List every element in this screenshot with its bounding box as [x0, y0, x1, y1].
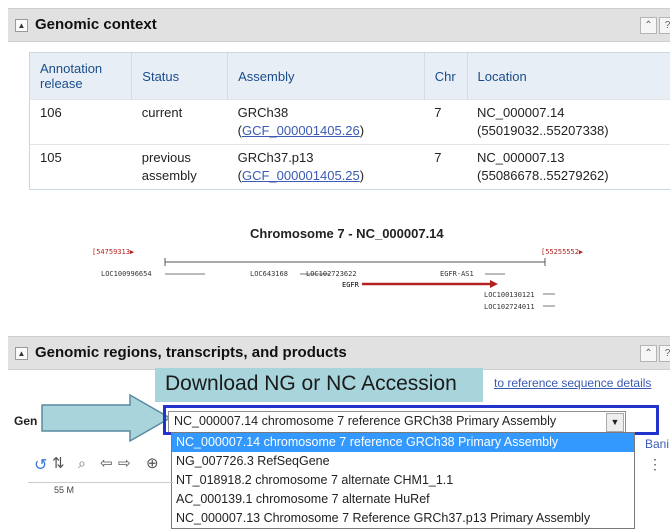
arrow-left-icon[interactable]: ⇦ — [100, 454, 113, 472]
dropdown-option[interactable]: NG_007726.3 RefSeqGene — [172, 452, 634, 471]
side-text: Bani — [645, 437, 670, 451]
location-accession: NC_000007.13 — [477, 150, 565, 165]
table-row: 105 previous assembly GRCh37.p13 (GCF_00… — [30, 144, 670, 189]
arrow-pointer-icon — [41, 393, 172, 443]
assembly-name: GRCh38 — [237, 105, 289, 120]
ruler-line — [28, 482, 173, 483]
table-header-row: Annotation release Status Assembly Chr L… — [30, 53, 670, 100]
location-cell: NC_000007.13 (55086678..55279262) — [467, 144, 670, 189]
assembly-accession-link[interactable]: GCF_000001405.25 — [242, 168, 360, 183]
highlight-outline — [163, 405, 659, 435]
dropdown-option[interactable]: AC_000139.1 chromosome 7 alternate HuRef — [172, 490, 634, 509]
status-cell: previous assembly — [131, 144, 228, 189]
location-range: (55019032..55207338) — [477, 123, 609, 138]
collapse-toggle-icon[interactable]: ▲ — [15, 347, 28, 360]
assembly-cell: GRCh37.p13 (GCF_000001405.25) — [227, 144, 425, 189]
dropdown-option[interactable]: NT_018918.2 chromosome 7 alternate CHM1_… — [172, 471, 634, 490]
collapse-toggle-icon[interactable]: ▲ — [15, 19, 28, 32]
arrow-right-icon[interactable]: ⇨ — [118, 454, 131, 472]
genomic-regions-header[interactable]: ▲ Genomic regions, transcripts, and prod… — [8, 336, 670, 370]
assembly-cell: GRCh38 (GCF_000001405.26) — [227, 99, 425, 145]
column-header: Annotation release — [30, 53, 133, 100]
callout-text: Download NG or NC Accession — [165, 372, 457, 395]
collapse-all-icon[interactable]: ⌃ — [640, 345, 657, 362]
dropdown-option[interactable]: NC_000007.13 Chromosome 7 Reference GRCh… — [172, 509, 634, 528]
location-cell: NC_000007.14 (55019032..55207338) — [467, 99, 670, 145]
chr-cell: 7 — [424, 99, 468, 145]
column-header: Location — [467, 53, 670, 100]
column-header: Chr — [424, 53, 468, 100]
zoom-icon[interactable]: ⊕ — [146, 454, 159, 472]
tracks-icon[interactable]: ⇅ — [52, 454, 65, 472]
help-icon[interactable]: ? — [659, 345, 670, 362]
reference-note: to reference sequence details — [494, 376, 651, 390]
gene-label[interactable]: LOC100996654 — [101, 270, 152, 278]
table-row: 106 current GRCh38 (GCF_000001405.26) 7 … — [30, 99, 670, 145]
gen-label: Gen — [14, 414, 38, 428]
assembly-accession-link[interactable]: GCF_000001405.26 — [242, 123, 360, 138]
undo-icon[interactable]: ↺ — [34, 455, 47, 475]
search-icon[interactable]: ⌕ — [78, 455, 86, 472]
ruler-label: 55 M — [54, 485, 75, 495]
chr-cell: 7 — [424, 144, 468, 189]
chromosome-map: Chromosome 7 - NC_000007.14 [54759313▶ [… — [0, 220, 670, 330]
gene-label[interactable]: EGFR — [342, 281, 359, 289]
genomic-context-table: Annotation release Status Assembly Chr L… — [29, 52, 670, 190]
reference-details-link[interactable]: to reference sequence details — [494, 376, 651, 390]
assembly-name: GRCh37.p13 — [237, 150, 314, 165]
gene-label[interactable]: LOC643168 — [250, 270, 288, 278]
dropdown-option[interactable]: NC_000007.14 chromosome 7 reference GRCh… — [172, 433, 634, 452]
collapse-all-icon[interactable]: ⌃ — [640, 17, 657, 34]
help-icon[interactable]: ? — [659, 17, 670, 34]
menu-icon[interactable]: ⋮ — [648, 456, 662, 473]
location-range: (55086678..55279262) — [477, 168, 609, 183]
column-header: Status — [131, 53, 229, 100]
section-title: Genomic context — [35, 16, 157, 33]
download-callout: Download NG or NC Accession — [155, 368, 483, 402]
section-title: Genomic regions, transcripts, and produc… — [35, 344, 347, 361]
status-cell: current — [131, 99, 228, 145]
column-header: Assembly — [227, 53, 425, 100]
viewer-toolbar: ↺ ⇅ ⌕ ⇦ ⇨ ⊕ — [28, 452, 173, 478]
gene-label[interactable]: LOC102724011 — [484, 303, 535, 311]
release-cell: 105 — [30, 144, 132, 189]
release-cell: 106 — [30, 99, 132, 145]
gene-label[interactable]: LOC102723622 — [306, 270, 357, 278]
sequence-dropdown-list[interactable]: NC_000007.14 chromosome 7 reference GRCh… — [171, 432, 635, 529]
location-accession: NC_000007.14 — [477, 105, 565, 120]
gene-label[interactable]: EGFR-AS1 — [440, 270, 474, 278]
gene-label[interactable]: LOC100130121 — [484, 291, 535, 299]
genomic-context-header[interactable]: ▲ Genomic context ⌃ ? — [8, 8, 670, 42]
